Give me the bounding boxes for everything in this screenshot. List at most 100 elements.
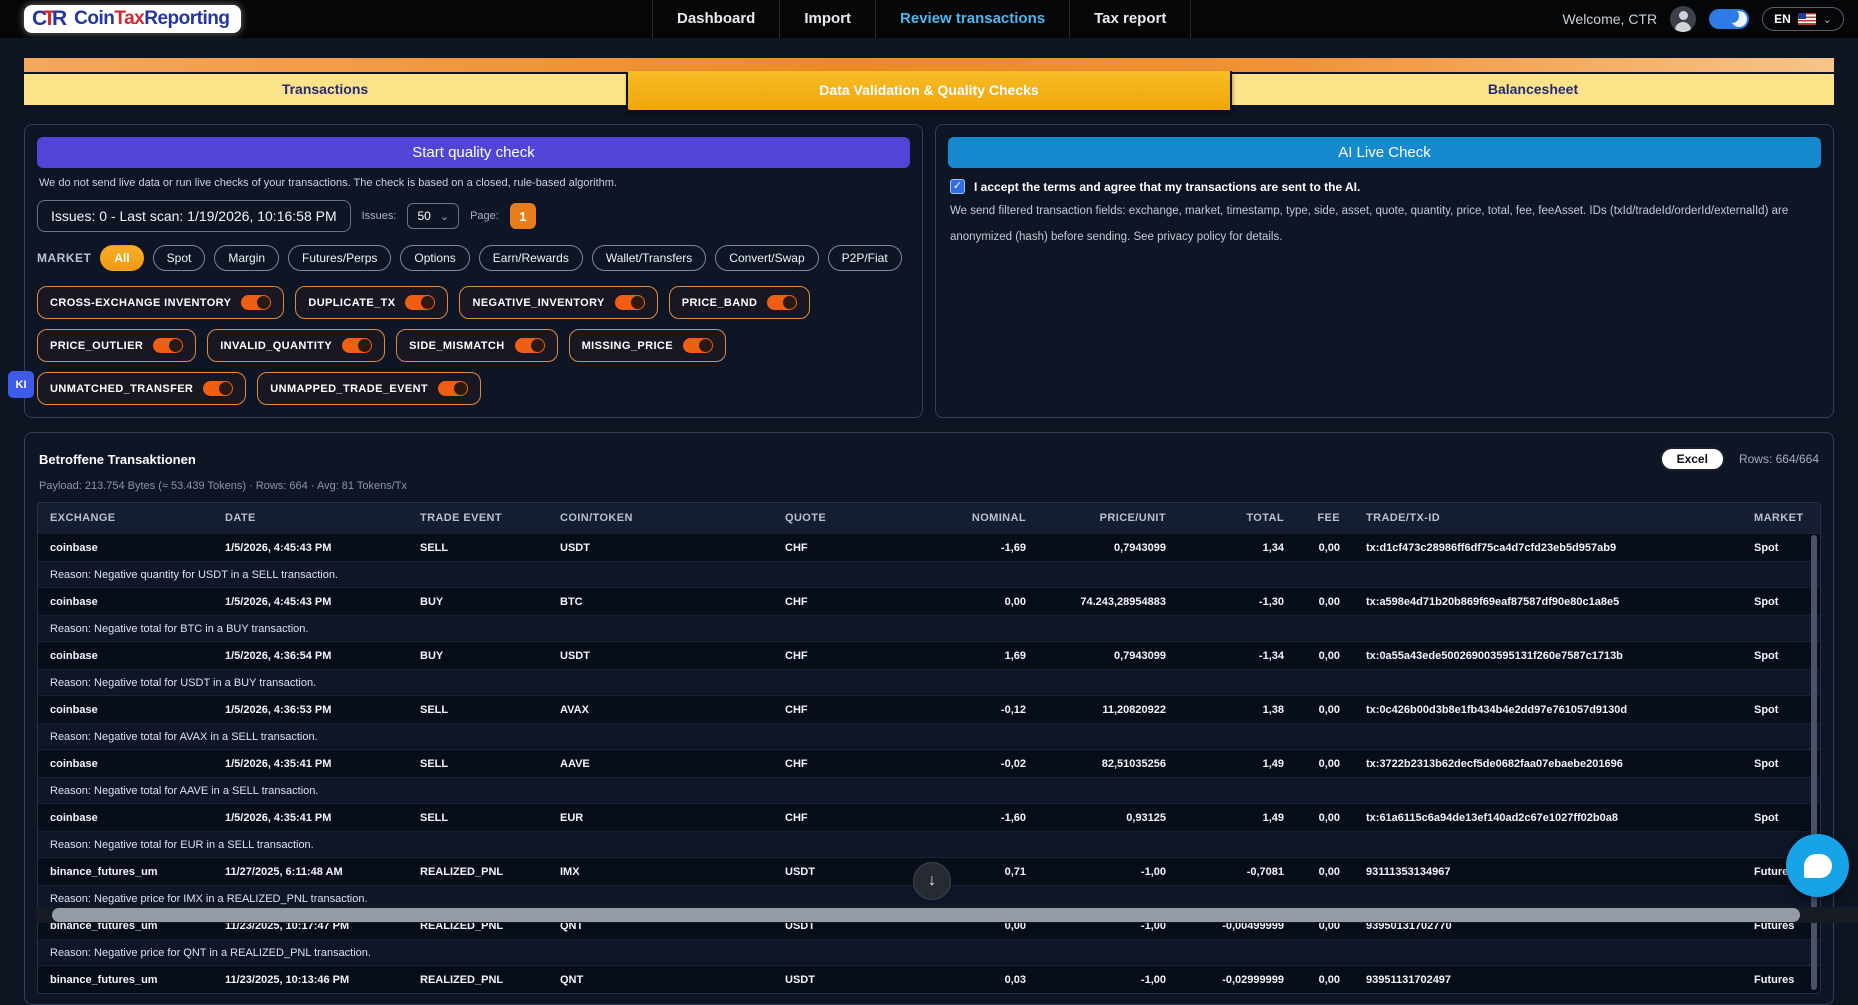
ai-live-check-button[interactable]: AI Live Check (948, 137, 1821, 168)
cell-quote: CHF (773, 704, 878, 716)
cell-coin-token: AVAX (548, 704, 773, 716)
tab-data-validation-quality-checks[interactable]: Data Validation & Quality Checks (628, 71, 1232, 110)
cell-fee: 0,00 (1296, 974, 1352, 986)
issues-per-page-select[interactable]: 50 ⌄ (407, 203, 459, 229)
toggle-on-switch[interactable] (767, 295, 797, 310)
start-quality-check-button[interactable]: Start quality check (37, 137, 910, 168)
table-header-bar: Betroffene Transaktionen Excel Rows: 664… (39, 447, 1819, 471)
progress-strip (24, 58, 1834, 72)
app-logo[interactable]: CTR CoinTaxReporting (24, 5, 241, 33)
cell-quote: CHF (773, 596, 878, 608)
page-number-button[interactable]: 1 (510, 203, 536, 229)
table-row[interactable]: coinbase1/5/2026, 4:45:43 PMSELLUSDTCHF-… (38, 533, 1820, 561)
dark-mode-toggle[interactable] (1709, 9, 1749, 29)
excel-export-button[interactable]: Excel (1660, 447, 1725, 471)
market-pill-earn-rewards[interactable]: Earn/Rewards (479, 245, 583, 271)
cell-trade-event: SELL (408, 542, 548, 554)
market-pill-options[interactable]: Options (400, 245, 469, 271)
consent-checkbox[interactable]: ✓ (950, 179, 965, 194)
cell-market: Futures (1742, 974, 1820, 986)
nav-item-tax-report[interactable]: Tax report (1069, 0, 1191, 38)
market-pill-convert-swap[interactable]: Convert/Swap (715, 245, 818, 271)
language-selector[interactable]: EN ⌄ (1762, 7, 1844, 31)
ai-live-check-panel: AI Live Check ✓ I accept the terms and a… (935, 124, 1834, 418)
toggle-on-switch[interactable] (153, 338, 183, 353)
cell-exchange: coinbase (38, 704, 213, 716)
cell-quote: CHF (773, 758, 878, 770)
column-header-fee: FEE (1296, 512, 1352, 524)
reason-text: Reason: Negative price for QNT in a REAL… (38, 947, 1820, 959)
market-pill-futures-perps[interactable]: Futures/Perps (288, 245, 391, 271)
cell-price-unit: 11,20820922 (1038, 704, 1178, 716)
user-avatar-icon[interactable] (1670, 6, 1696, 32)
language-label: EN (1774, 12, 1791, 26)
toggle-on-switch[interactable] (203, 381, 233, 396)
cell-total: -0,7081 (1178, 866, 1296, 878)
cell-trade-event: SELL (408, 758, 548, 770)
horizontal-scrollbar-thumb[interactable] (52, 908, 1800, 922)
market-pill-p2p-fiat[interactable]: P2P/Fiat (828, 245, 902, 271)
cell-trade-event: BUY (408, 596, 548, 608)
toggle-on-switch[interactable] (438, 381, 468, 396)
nav-item-review-transactions[interactable]: Review transactions (875, 0, 1069, 38)
table-column-headers: EXCHANGEDATETRADE EVENTCOIN/TOKENQUOTENO… (38, 503, 1820, 533)
tab-transactions[interactable]: Transactions (24, 74, 628, 105)
reason-row: Reason: Negative total for BTC in a BUY … (38, 615, 1820, 641)
cell-nominal: -0,02 (878, 758, 1038, 770)
cell-nominal: -1,60 (878, 812, 1038, 824)
toggle-on-switch[interactable] (342, 338, 372, 353)
column-header-market: MARKET (1742, 512, 1820, 524)
moon-icon (1731, 11, 1747, 27)
column-header-nominal: NOMINAL (878, 512, 1038, 524)
market-pill-spot[interactable]: Spot (153, 245, 206, 271)
check-chip-label: DUPLICATE_TX (308, 297, 395, 309)
table-row[interactable]: coinbase1/5/2026, 4:35:41 PMSELLAAVECHF-… (38, 749, 1820, 777)
cell-trade-event: REALIZED_PNL (408, 974, 548, 986)
cell-nominal: 0,00 (878, 596, 1038, 608)
column-header-quote: QUOTE (773, 512, 878, 524)
check-chip-label: CROSS-EXCHANGE INVENTORY (50, 297, 231, 309)
chevron-down-icon: ⌄ (440, 210, 449, 223)
cell-total: 1,49 (1178, 758, 1296, 770)
toggle-on-switch[interactable] (515, 338, 545, 353)
cell-date: 1/5/2026, 4:36:54 PM (213, 650, 408, 662)
welcome-text: Welcome, CTR (1562, 11, 1657, 27)
market-pill-margin[interactable]: Margin (214, 245, 279, 271)
toggle-on-switch[interactable] (405, 295, 435, 310)
cell-price-unit: -1,00 (1038, 866, 1178, 878)
toggle-on-switch[interactable] (615, 295, 645, 310)
cell-fee: 0,00 (1296, 596, 1352, 608)
cell-fee: 0,00 (1296, 704, 1352, 716)
table-row[interactable]: coinbase1/5/2026, 4:45:43 PMBUYBTCCHF0,0… (38, 587, 1820, 615)
check-chip-label: SIDE_MISMATCH (409, 340, 504, 352)
cell-market: Spot (1742, 704, 1820, 716)
ki-badge[interactable]: KI (8, 371, 34, 398)
check-chip-negative-inventory: NEGATIVE_INVENTORY (459, 286, 657, 319)
scroll-down-button[interactable]: ↓ (913, 862, 951, 900)
column-header-total: TOTAL (1178, 512, 1296, 524)
reason-row: Reason: Negative price for QNT in a REAL… (38, 939, 1820, 965)
nav-item-import[interactable]: Import (779, 0, 875, 38)
check-chip-label: PRICE_OUTLIER (50, 340, 143, 352)
logo-monogram-icon: CTR (32, 7, 67, 31)
us-flag-icon (1798, 13, 1816, 25)
table-row[interactable]: coinbase1/5/2026, 4:35:41 PMSELLEURCHF-1… (38, 803, 1820, 831)
table-row[interactable]: coinbase1/5/2026, 4:36:54 PMBUYUSDTCHF1,… (38, 641, 1820, 669)
table-row[interactable]: binance_futures_um11/23/2025, 10:13:46 P… (38, 965, 1820, 993)
toggle-on-switch[interactable] (683, 338, 713, 353)
ai-privacy-note: We send filtered transaction fields: exc… (950, 199, 1819, 251)
tab-balancesheet[interactable]: Balancesheet (1232, 74, 1834, 105)
check-chip-label: UNMAPPED_TRADE_EVENT (270, 383, 428, 395)
market-pill-all[interactable]: All (100, 245, 143, 271)
logo-text: CoinTaxReporting (74, 8, 229, 30)
arrow-down-icon: ↓ (928, 872, 936, 890)
toggle-on-switch[interactable] (241, 295, 271, 310)
reason-text: Reason: Negative total for BTC in a BUY … (38, 623, 1820, 635)
reason-row: Reason: Negative total for EUR in a SELL… (38, 831, 1820, 857)
market-pill-wallet-transfers[interactable]: Wallet/Transfers (592, 245, 706, 271)
nav-item-dashboard[interactable]: Dashboard (652, 0, 779, 38)
chat-widget-button[interactable] (1786, 834, 1849, 897)
table-row[interactable]: coinbase1/5/2026, 4:36:53 PMSELLAVAXCHF-… (38, 695, 1820, 723)
cell-fee: 0,00 (1296, 650, 1352, 662)
cell-quote: CHF (773, 812, 878, 824)
